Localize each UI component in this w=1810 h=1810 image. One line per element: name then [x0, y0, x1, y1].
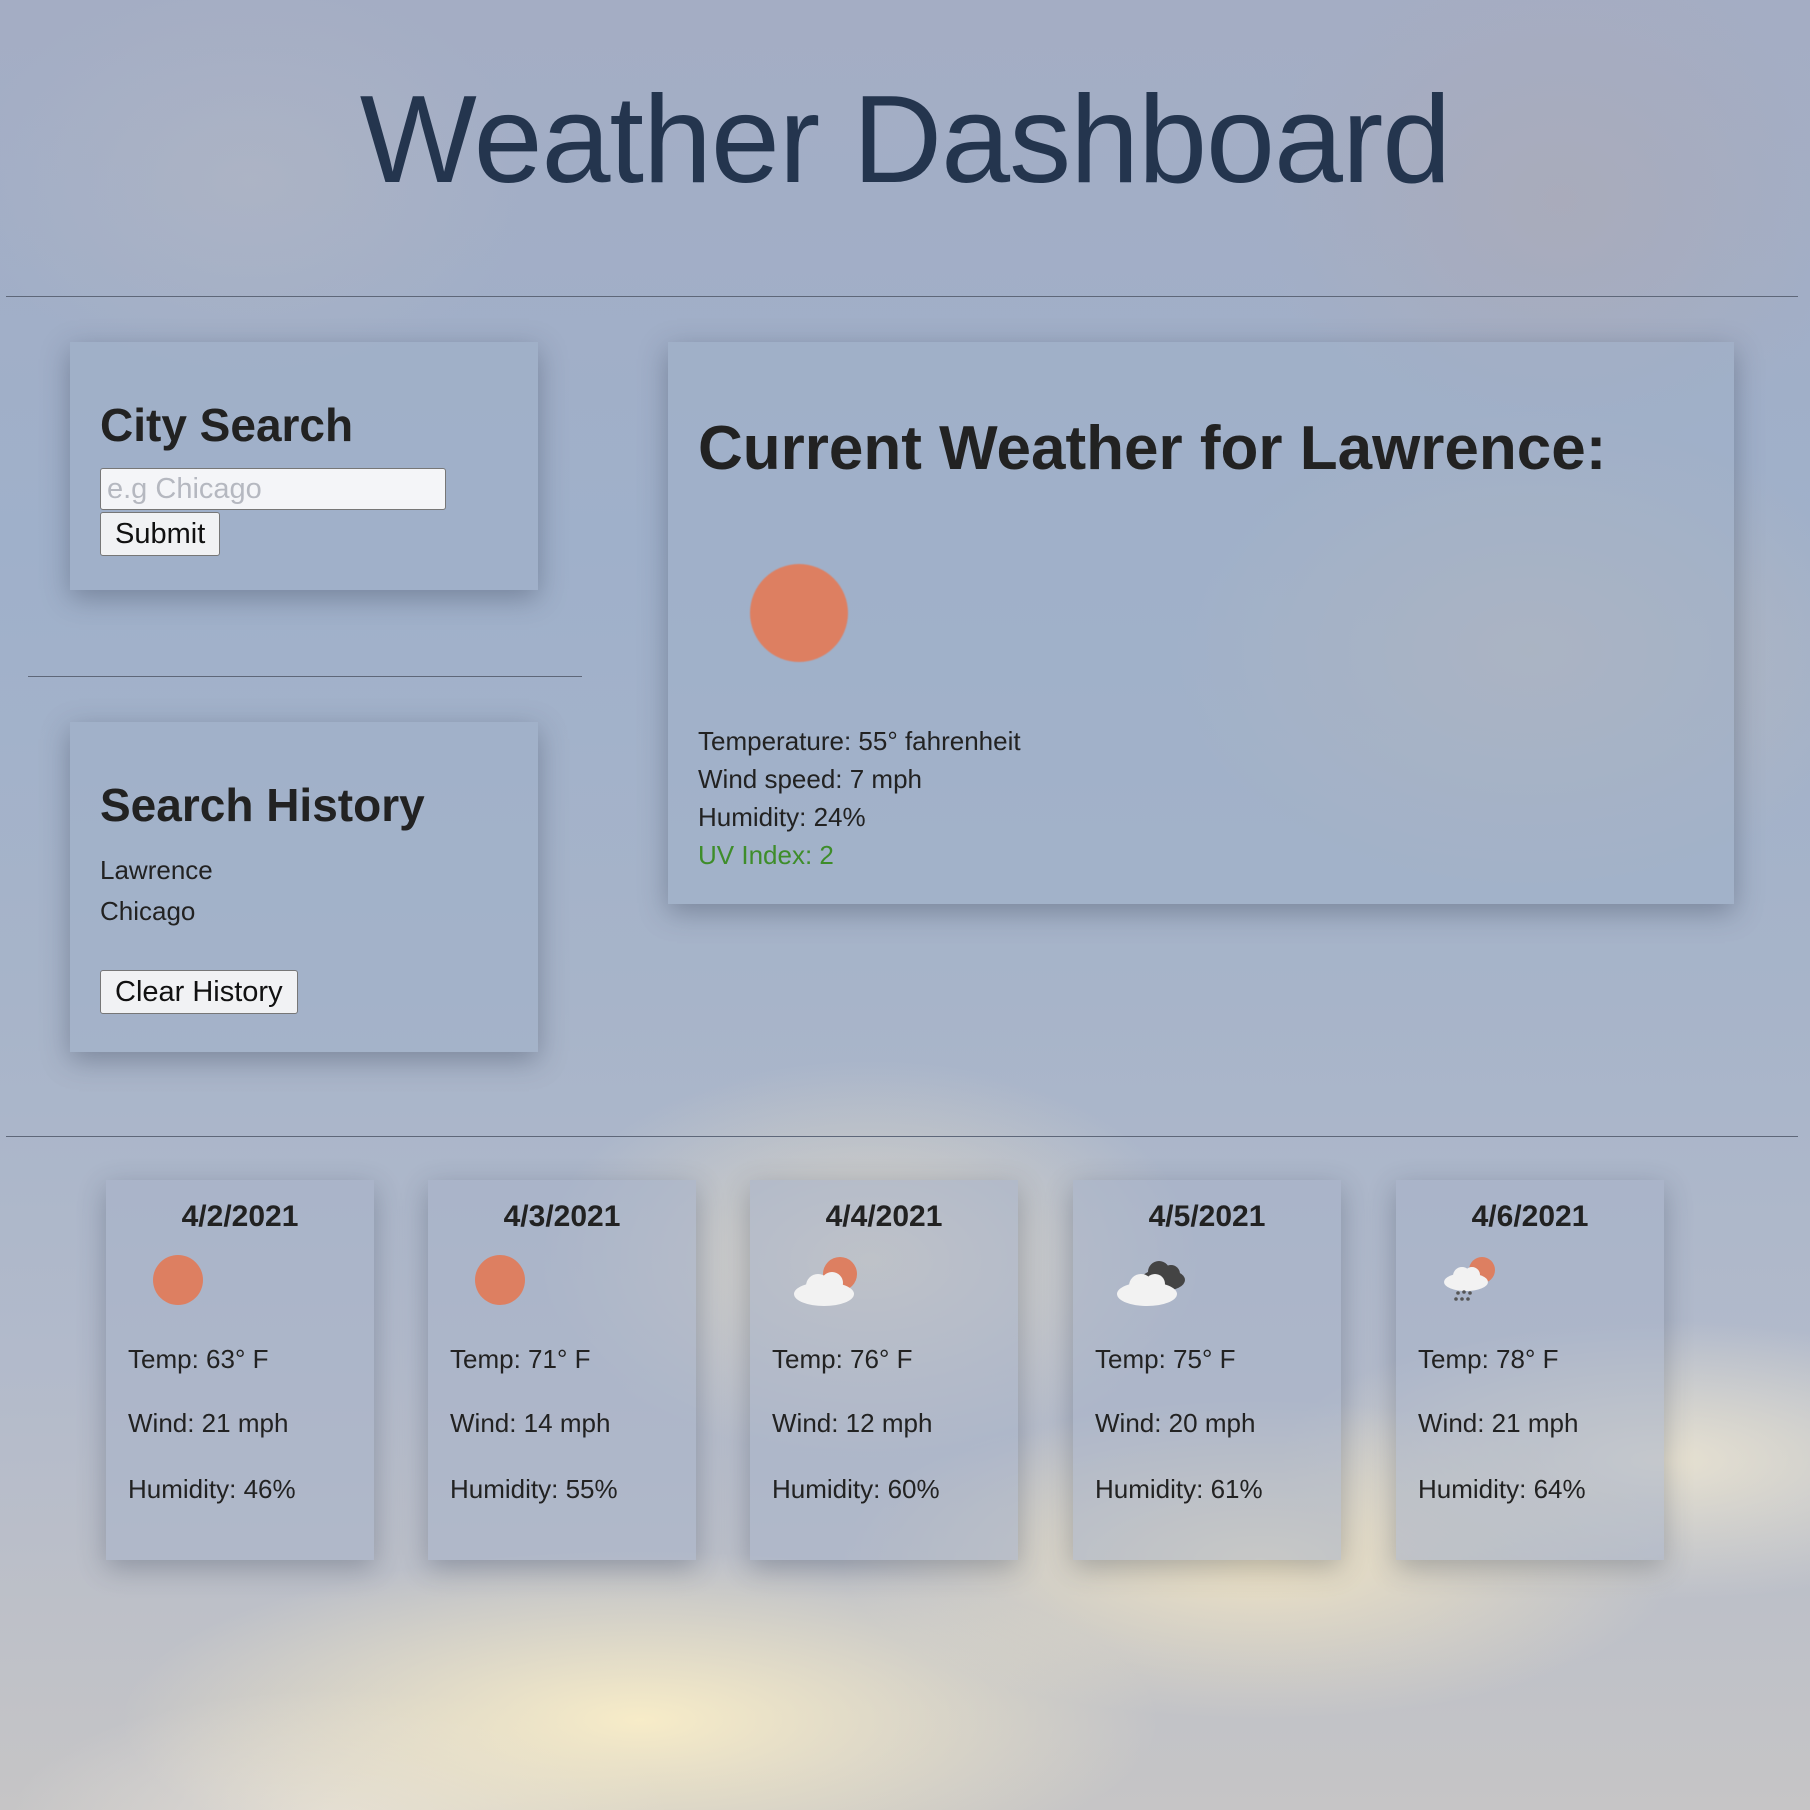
sun-icon: [153, 1255, 203, 1305]
city-search-input[interactable]: [100, 468, 446, 510]
forecast-humidity: Humidity: 55%: [450, 1474, 618, 1504]
page-title: Weather Dashboard: [359, 71, 1451, 209]
forecast-temp: Temp: 75° F: [1095, 1344, 1236, 1374]
forecast-date: 4/2/2021: [181, 1200, 299, 1233]
cloudy-icon: [1117, 1261, 1185, 1306]
forecast-card: 4/3/2021 Temp: 71° F Wind: 14 mph Humidi…: [428, 1180, 696, 1560]
current-wind-speed: Wind speed: 7 mph: [698, 764, 923, 794]
forecast-date: 4/3/2021: [503, 1200, 621, 1233]
forecast-humidity: Humidity: 64%: [1418, 1474, 1586, 1504]
forecast-card: 4/5/2021 Temp: 75° F Wind: 20 mph Humidi…: [1073, 1180, 1341, 1560]
forecast-card: 4/6/2021 Temp: 78° F Wind: 21 mph Humidi…: [1396, 1180, 1664, 1560]
history-item-lawrence[interactable]: Lawrence: [100, 850, 508, 891]
current-weather-stats: Temperature: 55° fahrenheit Wind speed: …: [698, 722, 1021, 874]
forecast-temp: Temp: 76° F: [772, 1344, 913, 1374]
forecast-temp: Temp: 78° F: [1418, 1344, 1559, 1374]
current-weather-heading: Current Weather for Lawrence:: [698, 414, 1607, 483]
current-uv-index: UV Index: 2: [698, 840, 834, 870]
forecast-date: 4/6/2021: [1471, 1200, 1589, 1233]
forecast-humidity: Humidity: 61%: [1095, 1474, 1263, 1504]
sun-icon: [750, 564, 848, 662]
forecast-date: 4/5/2021: [1148, 1200, 1266, 1233]
forecast-temp: Temp: 71° F: [450, 1344, 591, 1374]
header-divider: [6, 296, 1798, 297]
forecast-humidity: Humidity: 60%: [772, 1474, 940, 1504]
partly-cloudy-icon: [794, 1257, 857, 1306]
history-item-chicago[interactable]: Chicago: [100, 891, 508, 932]
current-weather-panel: Current Weather for Lawrence: Temperatur…: [668, 342, 1734, 904]
forecast-temp: Temp: 63° F: [128, 1344, 269, 1374]
forecast-humidity: Humidity: 46%: [128, 1474, 296, 1504]
forecast-wind: Wind: 20 mph: [1095, 1408, 1256, 1438]
sidebar-divider: [28, 676, 582, 677]
forecast-wind: Wind: 21 mph: [1418, 1408, 1579, 1438]
forecast-divider: [6, 1136, 1798, 1137]
current-temperature: Temperature: 55° fahrenheit: [698, 726, 1021, 756]
search-history-panel: Search History Lawrence Chicago Clear Hi…: [70, 722, 538, 1052]
forecast-wind: Wind: 21 mph: [128, 1408, 289, 1438]
rain-sun-icon: [1444, 1257, 1495, 1301]
forecast-date: 4/4/2021: [825, 1200, 943, 1233]
forecast-wind: Wind: 12 mph: [772, 1408, 933, 1438]
search-history-heading: Search History: [100, 779, 425, 831]
city-search-panel: City Search Submit: [70, 342, 538, 590]
forecast-card: 4/2/2021 Temp: 63° F Wind: 21 mph Humidi…: [106, 1180, 374, 1560]
forecast-card: 4/4/2021 Temp: 76° F Wind: 12 mph Humidi…: [750, 1180, 1018, 1560]
submit-button[interactable]: Submit: [100, 512, 221, 556]
clear-history-button[interactable]: Clear History: [100, 970, 298, 1014]
current-humidity: Humidity: 24%: [698, 802, 866, 832]
forecast-wind: Wind: 14 mph: [450, 1408, 611, 1438]
sun-icon: [475, 1255, 525, 1305]
city-search-heading: City Search: [100, 399, 354, 451]
